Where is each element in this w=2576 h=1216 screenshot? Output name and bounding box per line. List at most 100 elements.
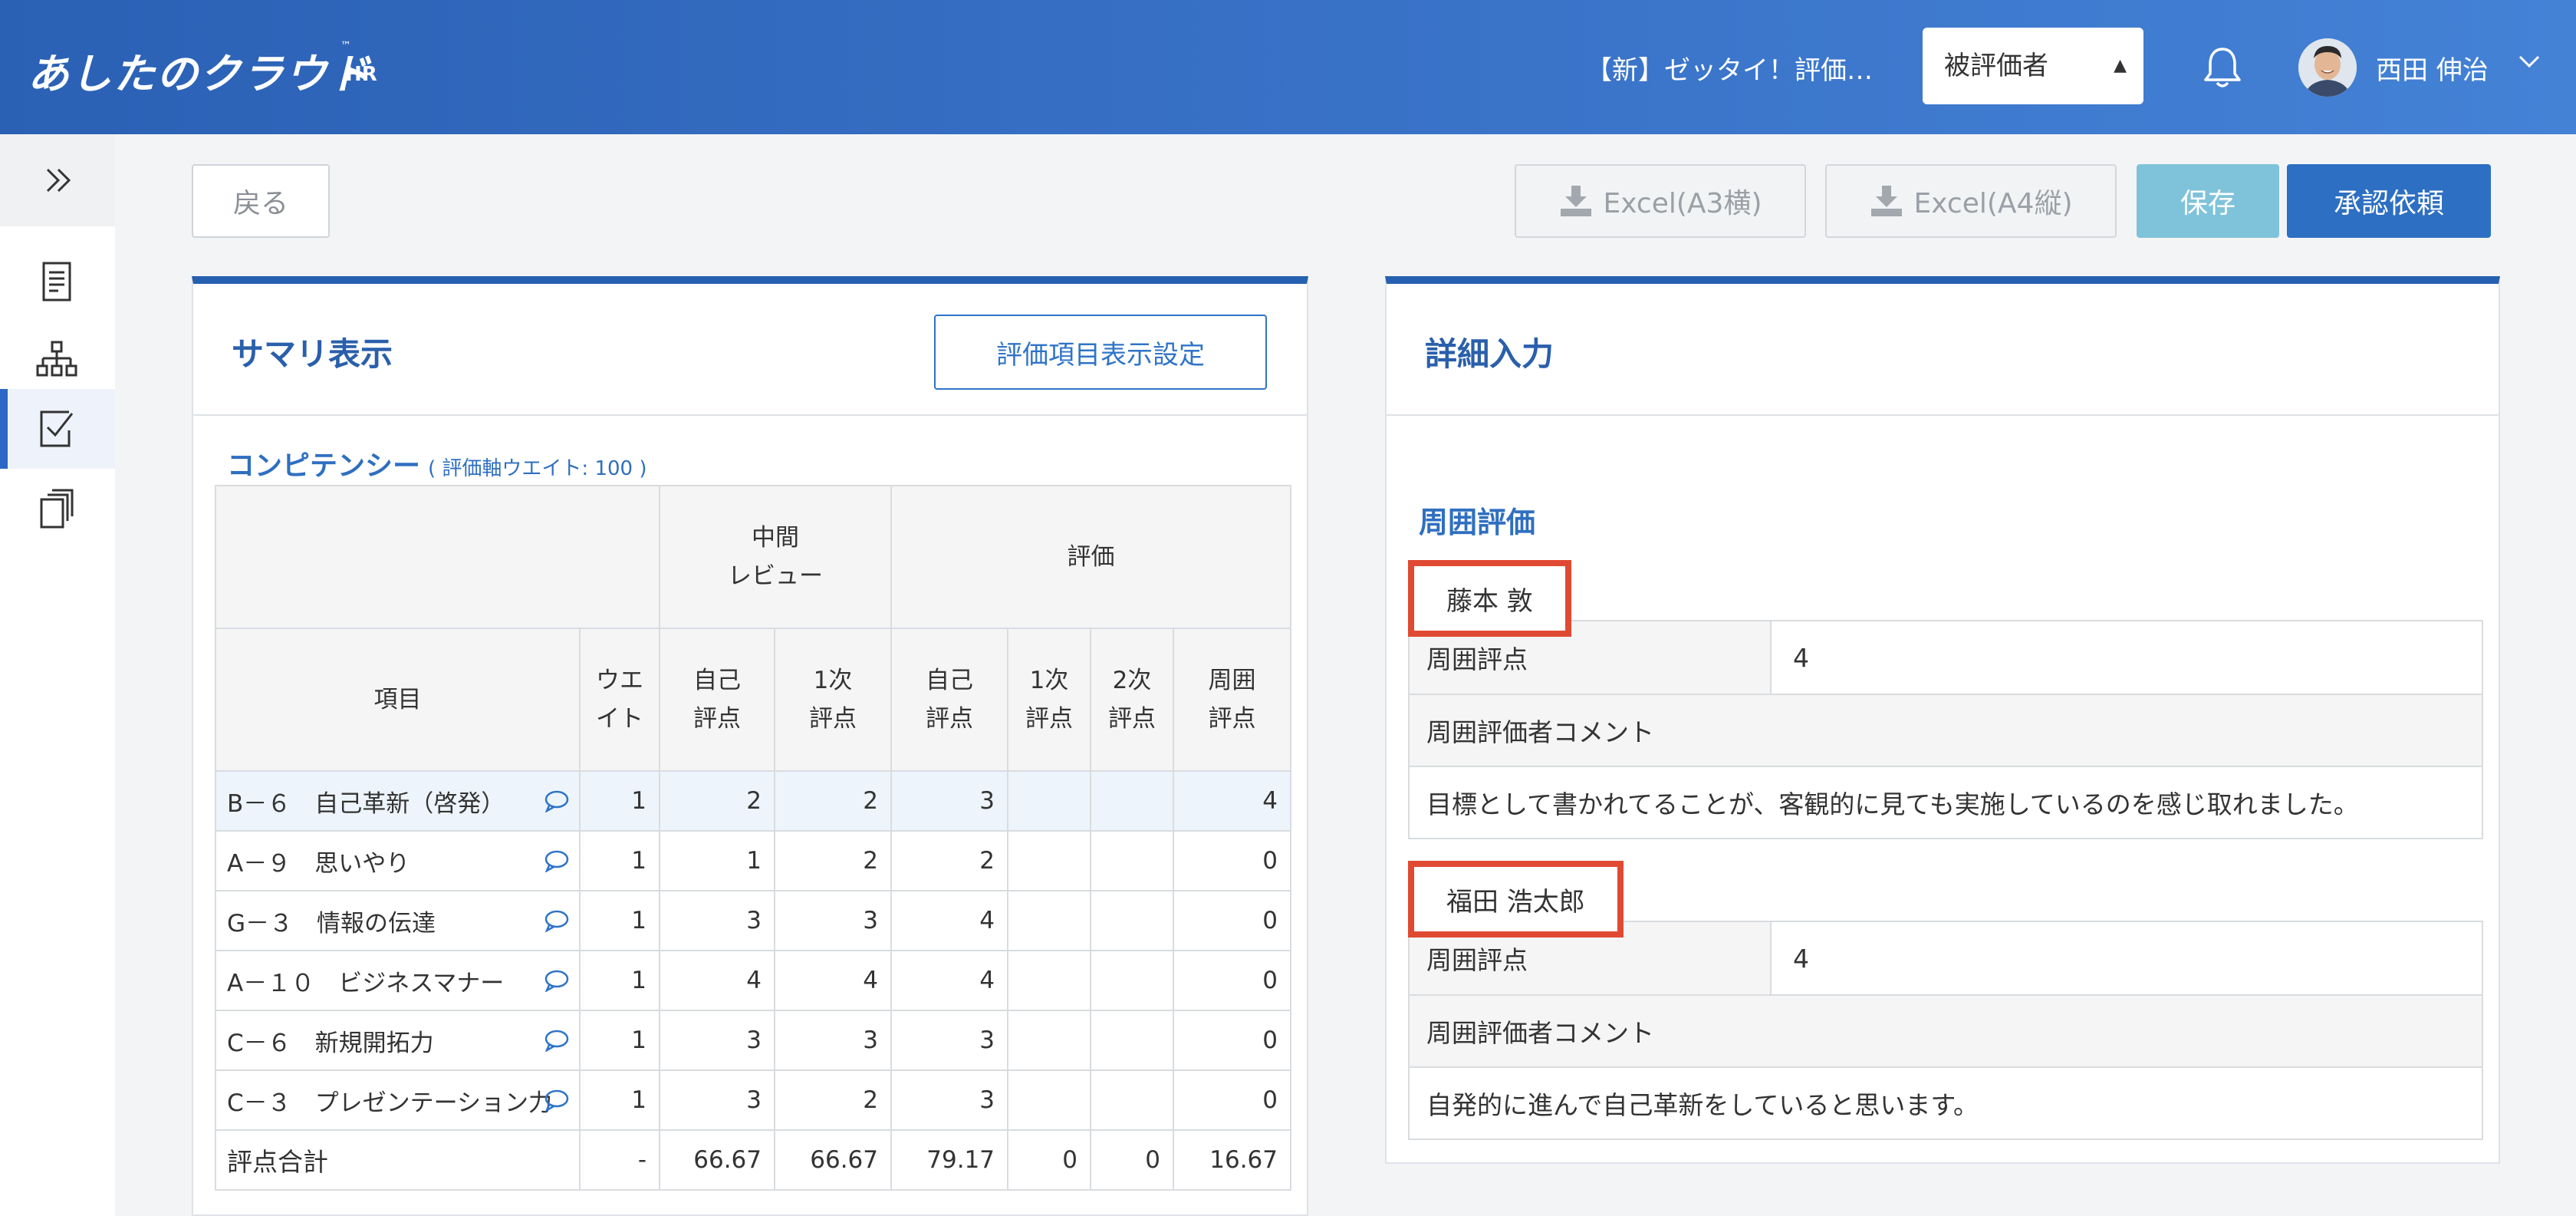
copy-icon bbox=[40, 489, 74, 529]
save-button[interactable]: 保存 bbox=[2137, 164, 2279, 238]
col-weight: ウエ イト bbox=[579, 628, 660, 772]
first-cell bbox=[1007, 830, 1091, 891]
table-row[interactable]: G－３ 情報の伝達 1 3 3 4 0 bbox=[215, 890, 1291, 951]
double-chevron-right-icon bbox=[46, 168, 71, 193]
evaluation-header: 評価 bbox=[890, 485, 1291, 629]
col-mid-first: 1次 評点 bbox=[774, 628, 892, 772]
user-avatar[interactable] bbox=[2298, 38, 2357, 97]
detail-panel: 詳細入力 周囲評価 周囲評点 4 周囲評価者コメント 目標として書かれてることが… bbox=[1385, 276, 2500, 1164]
second-cell bbox=[1090, 890, 1174, 951]
mid-first-cell: 2 bbox=[774, 770, 892, 832]
total-peer: 16.67 bbox=[1173, 1129, 1291, 1191]
mid-first-cell: 3 bbox=[774, 890, 892, 951]
row-item[interactable]: A－１０ ビジネスマナー bbox=[215, 950, 581, 1011]
sidebar-item-copy[interactable] bbox=[0, 469, 115, 549]
row-item[interactable]: C－６ 新規開拓力 bbox=[215, 1010, 581, 1071]
peer-cell: 0 bbox=[1173, 1010, 1291, 1071]
table-row[interactable]: A－９ 思いやり 1 1 2 2 0 bbox=[215, 830, 1291, 891]
excel-a4-download-button[interactable]: Excel(A4縦) bbox=[1825, 164, 2117, 238]
mid-first-cell: 2 bbox=[774, 830, 892, 891]
divider bbox=[193, 414, 1307, 416]
mid-review-header: 中間 レビュー bbox=[659, 485, 892, 629]
logo-trademark: ™ bbox=[341, 40, 351, 52]
row-item[interactable]: C－３ プレゼンテーション力 bbox=[215, 1069, 581, 1131]
row-item[interactable]: A－９ 思いやり bbox=[215, 830, 581, 891]
peer-cell: 4 bbox=[1173, 770, 1291, 832]
weight-cell: 1 bbox=[579, 770, 660, 832]
weight-cell: 1 bbox=[579, 1069, 660, 1131]
comment-icon[interactable] bbox=[544, 969, 570, 992]
col-mid-self: 自己 評点 bbox=[659, 628, 775, 772]
user-name[interactable]: 西田 伸治 bbox=[2376, 49, 2489, 87]
app-header: あしたのクラウド ™ HR 【新】ゼッタイ！評価… 被評価者 ▲ 西田 伸治 bbox=[0, 0, 2576, 134]
comment-icon[interactable] bbox=[544, 789, 570, 812]
role-select[interactable]: 被評価者 ▲ bbox=[1923, 28, 2143, 104]
table-row[interactable]: C－６ 新規開拓力 1 3 3 3 0 bbox=[215, 1010, 1291, 1071]
mid-self-cell: 4 bbox=[659, 950, 775, 1011]
comment-icon[interactable] bbox=[544, 849, 570, 872]
comment-icon[interactable] bbox=[544, 909, 570, 932]
first-cell bbox=[1007, 770, 1091, 832]
summary-panel: サマリ表示 評価項目表示設定 コンピテンシー ( 評価軸ウエイト: 100 ) 中… bbox=[192, 276, 1308, 1216]
mid-first-cell: 3 bbox=[774, 1010, 892, 1071]
peer-evaluation-title: 周囲評価 bbox=[1419, 506, 1536, 539]
table-corner bbox=[215, 485, 660, 629]
total-self: 79.17 bbox=[890, 1129, 1008, 1191]
excel-a4-label: Excel(A4縦) bbox=[1913, 188, 2073, 219]
download-icon bbox=[1560, 186, 1591, 216]
bell-icon[interactable] bbox=[2201, 44, 2244, 91]
self-cell: 3 bbox=[890, 770, 1008, 832]
table-row[interactable]: A－１０ ビジネスマナー 1 4 4 4 0 bbox=[215, 950, 1291, 1011]
document-icon bbox=[42, 262, 71, 302]
table-row[interactable]: B－６ 自己革新（啓発） 1 2 2 3 4 bbox=[215, 770, 1291, 832]
total-label: 評点合計 bbox=[215, 1129, 581, 1191]
axis-weight-label: ( 評価軸ウエイト: 100 ) bbox=[428, 457, 647, 480]
total-first: 0 bbox=[1007, 1129, 1091, 1191]
peer-score-value: 4 bbox=[1793, 943, 1809, 974]
peer-evaluation-table: 周囲評点 4 周囲評価者コメント 目標として書かれてることが、客観的に見ても実施… bbox=[1408, 620, 2483, 839]
second-cell bbox=[1090, 1069, 1174, 1131]
peer-comment-text: 自発的に進んで自己革新をしていると思います。 bbox=[1410, 1066, 2482, 1139]
table-row[interactable]: C－３ プレゼンテーション力 1 3 2 3 0 bbox=[215, 1069, 1291, 1131]
chevron-down-icon[interactable] bbox=[2515, 48, 2543, 75]
col-item: 項目 bbox=[215, 628, 581, 772]
total-row: 評点合計 - 66.67 66.67 79.17 0 0 16.67 bbox=[215, 1129, 1291, 1191]
peer-cell: 0 bbox=[1173, 890, 1291, 951]
back-button[interactable]: 戻る bbox=[192, 164, 330, 238]
total-mid-self: 66.67 bbox=[659, 1129, 775, 1191]
detail-title: 詳細入力 bbox=[1425, 335, 1554, 373]
excel-a3-download-button[interactable]: Excel(A3横) bbox=[1515, 164, 1806, 238]
sidebar bbox=[0, 134, 115, 1216]
sidebar-item-evaluation[interactable] bbox=[0, 389, 115, 469]
row-item[interactable]: G－３ 情報の伝達 bbox=[215, 890, 581, 951]
weight-cell: 1 bbox=[579, 830, 660, 891]
col-self: 自己 評点 bbox=[890, 628, 1008, 772]
second-cell bbox=[1090, 770, 1174, 832]
comment-icon[interactable] bbox=[544, 1029, 570, 1052]
second-cell bbox=[1090, 830, 1174, 891]
logo-hr: HR bbox=[345, 63, 377, 86]
summary-title: サマリ表示 bbox=[232, 335, 393, 373]
mid-first-cell: 4 bbox=[774, 950, 892, 1011]
display-settings-button[interactable]: 評価項目表示設定 bbox=[934, 315, 1267, 390]
row-item[interactable]: B－６ 自己革新（啓発） bbox=[215, 770, 581, 832]
second-cell bbox=[1090, 950, 1174, 1011]
sidebar-expand-button[interactable] bbox=[0, 134, 115, 226]
competency-label: コンピテンシー bbox=[227, 450, 421, 482]
first-cell bbox=[1007, 1010, 1091, 1071]
peer-comment-label: 周囲評価者コメント bbox=[1410, 694, 2482, 766]
select-arrows-icon: ▲ bbox=[2114, 56, 2127, 75]
sidebar-item-documents[interactable] bbox=[0, 242, 115, 321]
row-item-label: A－９ 思いやり bbox=[227, 849, 410, 878]
app-logo[interactable]: あしたのクラウド bbox=[28, 40, 371, 101]
col-first: 1次 評点 bbox=[1007, 628, 1091, 772]
request-approval-button[interactable]: 承認依頼 bbox=[2287, 164, 2491, 238]
comment-icon[interactable] bbox=[544, 1089, 570, 1112]
col-peer: 周囲 評点 bbox=[1173, 628, 1291, 772]
self-cell: 4 bbox=[890, 950, 1008, 1011]
evaluation-sheet-title[interactable]: 【新】ゼッタイ！評価… bbox=[1586, 49, 1873, 87]
col-second: 2次 評点 bbox=[1090, 628, 1174, 772]
role-select-value: 被評価者 bbox=[1944, 51, 2048, 81]
second-cell bbox=[1090, 1010, 1174, 1071]
self-cell: 3 bbox=[890, 1069, 1008, 1131]
